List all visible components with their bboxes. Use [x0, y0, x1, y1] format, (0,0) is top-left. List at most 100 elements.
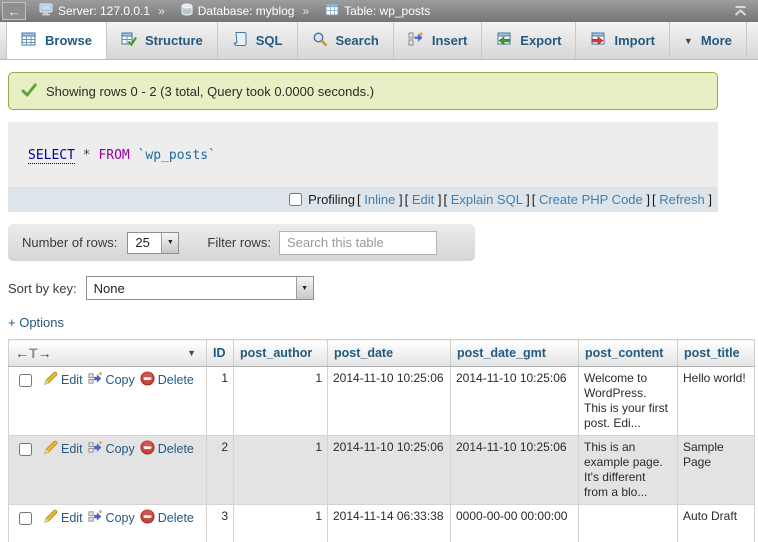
cell-id[interactable]: 2 [207, 436, 234, 505]
tab-structure[interactable]: Structure [107, 22, 218, 59]
sql-star: * [83, 148, 91, 163]
sort-by-key-value: None [87, 277, 296, 299]
table-header-row: ←T→ ▼ ID post_author post_date post_date… [9, 340, 755, 367]
copy-link[interactable]: Copy [88, 371, 135, 390]
column-header-id[interactable]: ID [207, 340, 234, 367]
table-body: Edit Copy Delete 1 1 2014-11-10 10:25:06… [9, 367, 755, 542]
profiling-link-refresh[interactable]: Refresh [659, 192, 705, 207]
column-header-post-content[interactable]: post_content [579, 340, 678, 367]
success-message-text: Showing rows 0 - 2 (3 total, Query took … [46, 84, 374, 99]
tab-more-label: More [701, 33, 732, 48]
breadcrumb-database[interactable]: Database: myblog [181, 3, 295, 19]
row-checkbox[interactable] [19, 512, 32, 525]
collapse-top-icon[interactable] [733, 5, 748, 17]
cell-post-content[interactable]: This is an example page. It's different … [579, 436, 678, 505]
table-row: Edit Copy Delete 3 1 2014-11-14 06:33:38… [9, 505, 755, 542]
cell-post-content[interactable]: Welcome to WordPress. This is your first… [579, 367, 678, 436]
delete-link[interactable]: Delete [140, 509, 194, 528]
profiling-link-edit[interactable]: Edit [412, 192, 434, 207]
tab-sql[interactable]: SQL [218, 22, 298, 59]
copy-link[interactable]: Copy [88, 440, 135, 459]
server-icon [39, 3, 53, 19]
edit-link[interactable]: Edit [43, 440, 83, 459]
sql-icon [232, 31, 248, 50]
back-button[interactable]: ← [2, 2, 26, 20]
tab-browse[interactable]: Browse [6, 22, 107, 59]
header-dropdown-icon[interactable]: ▼ [187, 348, 196, 358]
cell-post-date-gmt[interactable]: 0000-00-00 00:00:00 [451, 505, 579, 542]
profiling-label: Profiling [308, 192, 355, 207]
breadcrumb-table[interactable]: Table: wp_posts [325, 3, 430, 19]
number-of-rows-select[interactable]: 25 ▼ [127, 232, 179, 254]
tab-browse-label: Browse [45, 33, 92, 48]
delete-icon [140, 509, 155, 528]
cell-post-date-gmt[interactable]: 2014-11-10 10:25:06 [451, 367, 579, 436]
sql-keyword-select[interactable]: SELECT [28, 148, 75, 164]
column-header-post-date-gmt[interactable]: post_date_gmt [451, 340, 579, 367]
options-toggle-link[interactable]: + Options [8, 315, 64, 330]
edit-link[interactable]: Edit [43, 509, 83, 528]
profiling-link-inline[interactable]: Inline [364, 192, 395, 207]
insert-icon [408, 31, 424, 50]
breadcrumb-server[interactable]: Server: 127.0.0.1 [39, 3, 150, 19]
cell-id[interactable]: 3 [207, 505, 234, 542]
delete-icon [140, 440, 155, 459]
breadcrumb-separator: » [158, 4, 165, 18]
filter-rows-input[interactable] [279, 231, 437, 255]
row-checkbox[interactable] [19, 443, 32, 456]
structure-icon [121, 31, 137, 50]
edit-pencil-icon [43, 440, 58, 459]
tab-insert[interactable]: Insert [394, 22, 482, 59]
cell-post-author[interactable]: 1 [234, 505, 328, 542]
copy-row-icon [88, 440, 103, 459]
tab-search[interactable]: Search [298, 22, 394, 59]
tab-bar: Browse Structure SQL Search Insert Expor… [0, 22, 758, 60]
filter-rows-label: Filter rows: [207, 235, 271, 250]
cell-post-author[interactable]: 1 [234, 367, 328, 436]
sort-by-key-select[interactable]: None ▼ [86, 276, 314, 300]
tab-export-label: Export [520, 33, 561, 48]
number-of-rows-label: Number of rows: [22, 235, 117, 250]
cell-post-author[interactable]: 1 [234, 436, 328, 505]
rows-control-bar: Number of rows: 25 ▼ Filter rows: [8, 224, 475, 261]
database-icon [181, 3, 193, 19]
table-row: Edit Copy Delete 2 1 2014-11-10 10:25:06… [9, 436, 755, 505]
copy-link[interactable]: Copy [88, 509, 135, 528]
breadcrumb-separator: » [302, 4, 309, 18]
cell-post-title[interactable]: Auto Draft [678, 505, 755, 542]
cell-post-date[interactable]: 2014-11-10 10:25:06 [328, 367, 451, 436]
tab-import[interactable]: Import [576, 22, 669, 59]
edit-link[interactable]: Edit [43, 371, 83, 390]
profiling-checkbox[interactable] [289, 193, 302, 206]
table-icon [325, 3, 339, 19]
chevron-down-icon: ▼ [684, 36, 693, 46]
profiling-toolbar: Profiling [ Inline ] [ Edit ] [ Explain … [8, 187, 718, 212]
delete-icon [140, 371, 155, 390]
cell-post-content[interactable] [579, 505, 678, 542]
sql-table-identifier: `wp_posts` [138, 148, 216, 163]
sql-keyword-from: FROM [98, 148, 129, 163]
delete-link[interactable]: Delete [140, 371, 194, 390]
sort-by-key-label: Sort by key: [8, 281, 77, 296]
cell-post-title[interactable]: Sample Page [678, 436, 755, 505]
cell-post-date-gmt[interactable]: 2014-11-10 10:25:06 [451, 436, 579, 505]
transpose-control[interactable]: ←T→ [15, 345, 52, 361]
tab-more[interactable]: ▼ More [670, 22, 747, 59]
profiling-link-explain-sql[interactable]: Explain SQL [451, 192, 523, 207]
table-row: Edit Copy Delete 1 1 2014-11-10 10:25:06… [9, 367, 755, 436]
success-check-icon [21, 82, 37, 101]
tab-export[interactable]: Export [482, 22, 576, 59]
cell-post-date[interactable]: 2014-11-14 06:33:38 [328, 505, 451, 542]
column-header-post-title[interactable]: post_title [678, 340, 755, 367]
cell-id[interactable]: 1 [207, 367, 234, 436]
row-checkbox[interactable] [19, 374, 32, 387]
cell-post-title[interactable]: Hello world! [678, 367, 755, 436]
delete-link[interactable]: Delete [140, 440, 194, 459]
success-message: Showing rows 0 - 2 (3 total, Query took … [8, 72, 718, 110]
cell-post-date[interactable]: 2014-11-10 10:25:06 [328, 436, 451, 505]
column-header-post-date[interactable]: post_date [328, 340, 451, 367]
profiling-link-create-php-code[interactable]: Create PHP Code [539, 192, 643, 207]
export-icon [496, 31, 512, 50]
column-header-post-author[interactable]: post_author [234, 340, 328, 367]
copy-row-icon [88, 509, 103, 528]
